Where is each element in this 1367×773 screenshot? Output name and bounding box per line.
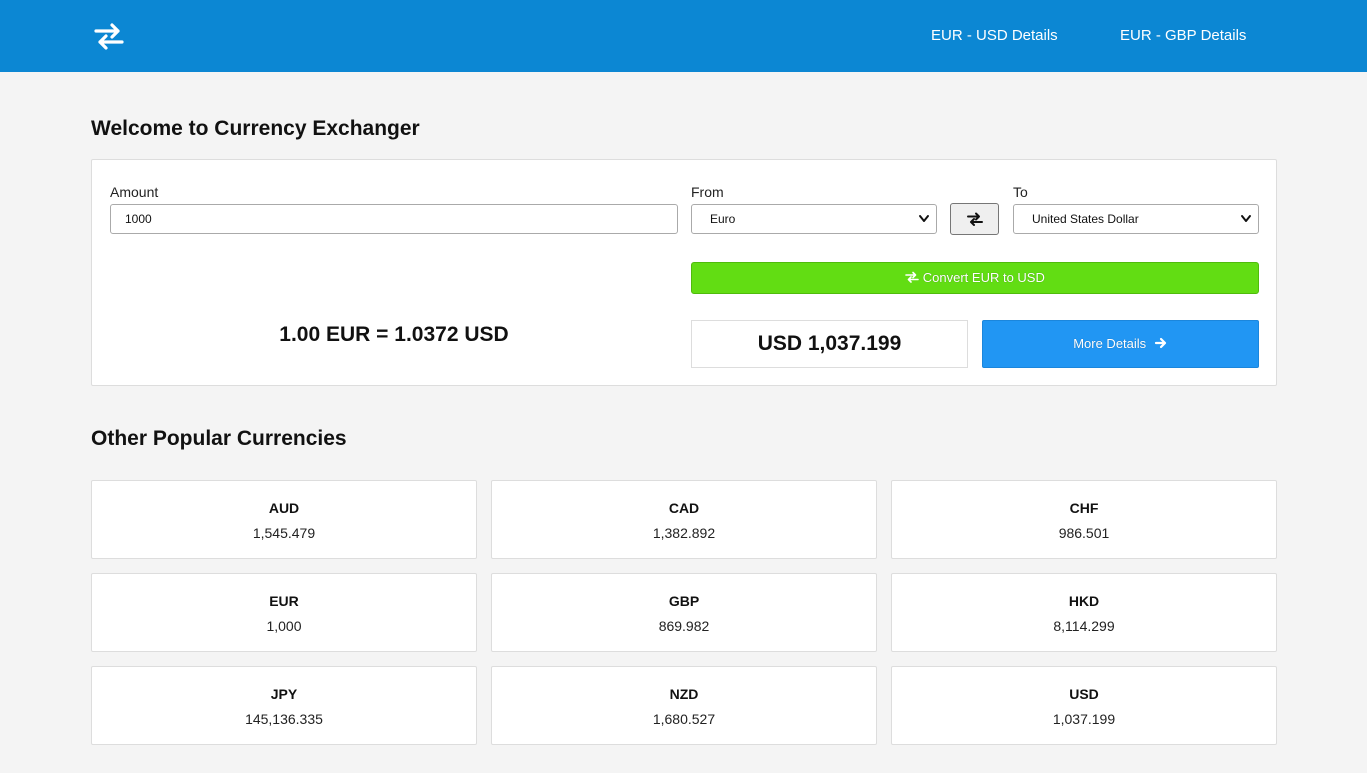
currency-value: 145,136.335 — [245, 711, 323, 727]
currency-value: 8,114.299 — [1053, 618, 1115, 634]
convert-button[interactable]: Convert EUR to USD — [691, 262, 1259, 294]
currency-value: 1,000 — [266, 618, 302, 634]
currency-card: JPY 145,136.335 — [91, 666, 477, 745]
currency-card: CAD 1,382.892 — [491, 480, 877, 559]
converter-panel: Amount From Euro To United States Dollar — [91, 159, 1277, 386]
chevron-down-icon — [918, 205, 930, 243]
popular-currencies-title: Other Popular Currencies — [91, 427, 347, 450]
currency-code: NZD — [669, 686, 699, 702]
swap-currencies-button[interactable] — [950, 203, 999, 235]
convert-button-label: Convert EUR to USD — [922, 270, 1045, 285]
currency-code: HKD — [1068, 593, 1100, 609]
currency-value: 1,382.892 — [652, 525, 716, 541]
currency-card: USD 1,037.199 — [891, 666, 1277, 745]
to-currency-value: United States Dollar — [1032, 212, 1139, 226]
page-title: Welcome to Currency Exchanger — [91, 117, 420, 140]
top-navbar: EUR - USD Details EUR - GBP Details — [0, 0, 1367, 72]
currency-value: 869.982 — [658, 618, 710, 634]
to-label: To — [1013, 184, 1028, 200]
currency-code: AUD — [268, 500, 300, 516]
currency-value: 986.501 — [1058, 525, 1110, 541]
currency-card: HKD 8,114.299 — [891, 573, 1277, 652]
from-currency-value: Euro — [710, 212, 736, 226]
chevron-down-icon — [1240, 205, 1252, 243]
currency-card: GBP 869.982 — [491, 573, 877, 652]
currency-code: EUR — [269, 593, 299, 609]
currency-code: GBP — [668, 593, 700, 609]
from-label: From — [691, 184, 724, 200]
nav-link-eur-usd-details[interactable]: EUR - USD Details — [931, 27, 1058, 44]
currency-value: 1,037.199 — [1052, 711, 1116, 727]
exchange-rate-text: 1.00 EUR = 1.0372 USD — [279, 323, 509, 346]
currency-value: 1,680.527 — [652, 711, 716, 727]
currency-code: CHF — [1069, 500, 1099, 516]
arrow-right-icon — [1150, 336, 1168, 351]
more-details-label: More Details — [1073, 336, 1147, 351]
swap-arrows-icon — [905, 270, 923, 285]
currency-card: CHF 986.501 — [891, 480, 1277, 559]
conversion-result: USD 1,037.199 — [691, 320, 968, 368]
exchange-arrows-icon[interactable] — [92, 22, 126, 50]
amount-label: Amount — [110, 184, 159, 200]
currency-code: CAD — [668, 500, 700, 516]
currency-code: USD — [1069, 686, 1099, 702]
swap-arrows-icon — [966, 210, 983, 227]
currency-card: NZD 1,680.527 — [491, 666, 877, 745]
nav-link-eur-gbp-details[interactable]: EUR - GBP Details — [1120, 27, 1246, 44]
currency-code: JPY — [270, 686, 298, 702]
from-currency-select[interactable]: Euro — [691, 204, 937, 234]
more-details-button[interactable]: More Details — [982, 320, 1259, 368]
currency-card: AUD 1,545.479 — [91, 480, 477, 559]
currency-card: EUR 1,000 — [91, 573, 477, 652]
currency-value: 1,545.479 — [252, 525, 316, 541]
amount-input[interactable] — [110, 204, 678, 234]
to-currency-select[interactable]: United States Dollar — [1013, 204, 1259, 234]
